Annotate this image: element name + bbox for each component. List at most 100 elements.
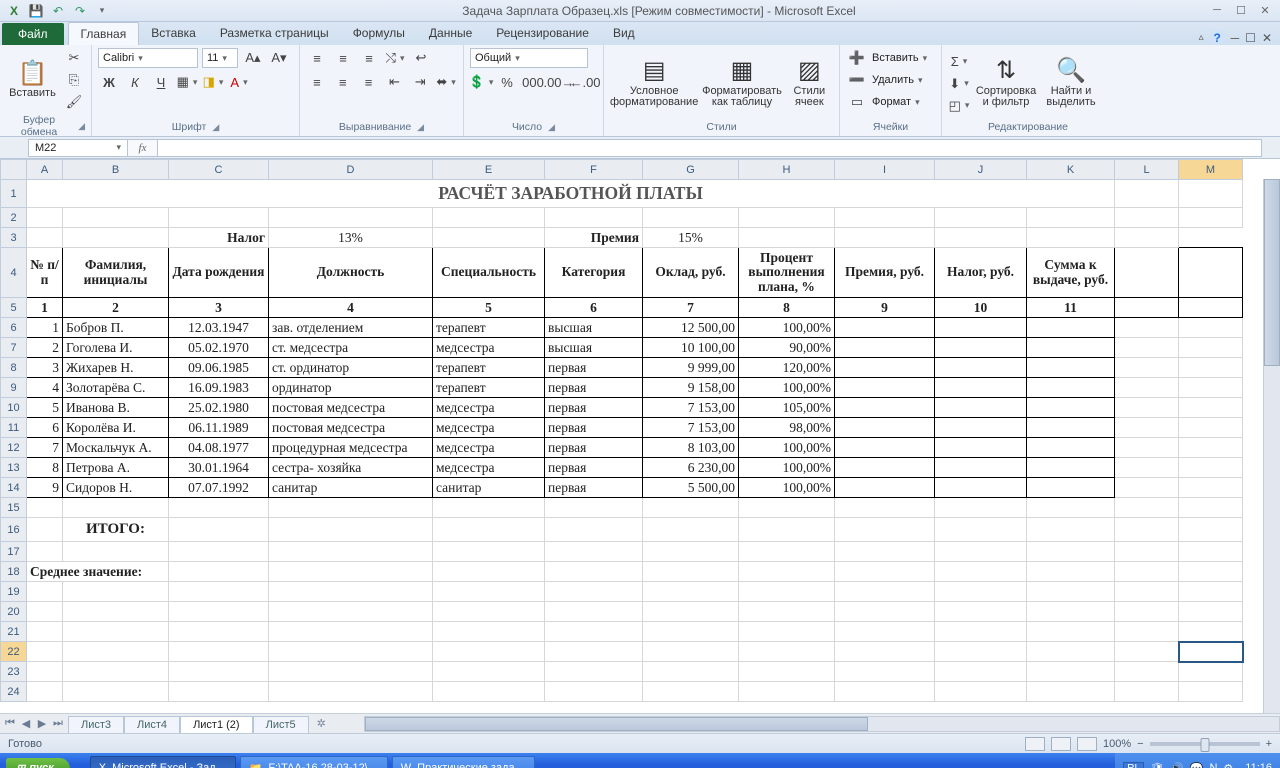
cut-icon[interactable]: ✂ <box>63 48 85 68</box>
column-header[interactable]: B <box>63 160 169 180</box>
start-button[interactable]: ⊞пуск <box>6 758 70 768</box>
indent-dec-icon[interactable]: ⇤ <box>383 72 405 92</box>
find-select-button[interactable]: 🔍Найти и выделить <box>1042 58 1100 108</box>
align-bottom-icon[interactable]: ≡ <box>358 48 380 68</box>
border-icon[interactable]: ▦ <box>176 72 198 92</box>
tray-icon[interactable]: 🔊 <box>1170 762 1184 768</box>
row-header[interactable]: 19 <box>1 582 27 602</box>
column-header[interactable]: D <box>269 160 433 180</box>
column-header[interactable]: H <box>739 160 835 180</box>
column-header[interactable]: C <box>169 160 269 180</box>
align-top-icon[interactable]: ≡ <box>306 48 328 68</box>
ribbon-tab[interactable]: Вставка <box>139 22 208 45</box>
tray-icon[interactable]: ⚙ <box>1223 762 1233 768</box>
ribbon-tab[interactable]: Главная <box>68 22 140 45</box>
comma-icon[interactable]: 000 <box>522 72 544 92</box>
increase-decimal-icon[interactable]: .00→ <box>548 72 570 92</box>
sheet-tab[interactable]: Лист1 (2) <box>180 716 253 733</box>
sheet-tab[interactable]: Лист3 <box>68 716 124 733</box>
column-header[interactable]: F <box>545 160 643 180</box>
number-launcher-icon[interactable]: ◢ <box>548 122 555 133</box>
fill-icon[interactable]: ⬇ <box>948 74 970 94</box>
sheet-tab[interactable]: Лист5 <box>253 716 309 733</box>
fx-icon[interactable]: fx <box>128 139 158 157</box>
paste-button[interactable]: 📋 Вставить <box>6 61 59 100</box>
formula-input[interactable] <box>158 139 1262 157</box>
save-icon[interactable]: 💾 <box>28 3 44 19</box>
row-header[interactable]: 24 <box>1 682 27 702</box>
minimize-icon[interactable]: ─ <box>1208 4 1226 17</box>
active-cell[interactable] <box>1179 642 1243 662</box>
align-middle-icon[interactable]: ≡ <box>332 48 354 68</box>
font-color-icon[interactable]: A <box>228 72 250 92</box>
cells-insert-icon[interactable]: ➕ <box>846 48 868 68</box>
cells-insert-button[interactable]: Вставить <box>872 52 919 64</box>
row-header[interactable]: 3 <box>1 228 27 248</box>
align-right-icon[interactable]: ≡ <box>358 72 380 92</box>
align-left-icon[interactable]: ≡ <box>306 72 328 92</box>
row-header[interactable]: 16 <box>1 518 27 542</box>
horizontal-scrollbar[interactable] <box>364 716 1280 732</box>
font-size-select[interactable]: 11 <box>202 48 238 68</box>
row-header[interactable]: 18 <box>1 562 27 582</box>
font-name-select[interactable]: Calibri <box>98 48 198 68</box>
row-header[interactable]: 13 <box>1 458 27 478</box>
cells-format-icon[interactable]: ▭ <box>846 92 868 112</box>
fill-color-icon[interactable]: ◨ <box>202 72 224 92</box>
zoom-slider[interactable] <box>1150 742 1260 746</box>
cells-delete-icon[interactable]: ➖ <box>846 70 868 90</box>
sheet-tab[interactable]: Лист4 <box>124 716 180 733</box>
orientation-icon[interactable]: ⤭ <box>384 48 406 68</box>
shrink-font-icon[interactable]: A▾ <box>268 48 290 68</box>
alignment-launcher-icon[interactable]: ◢ <box>417 122 424 133</box>
row-header[interactable]: 10 <box>1 398 27 418</box>
help-icon[interactable]: ? <box>1210 30 1225 45</box>
format-table-button[interactable]: ▦Форматировать как таблицу <box>700 58 783 108</box>
view-break-icon[interactable] <box>1077 737 1097 751</box>
column-header[interactable]: I <box>835 160 935 180</box>
redo-icon[interactable]: ↷ <box>72 3 88 19</box>
close-icon[interactable]: ✕ <box>1256 4 1274 17</box>
wrap-text-icon[interactable]: ↩ <box>410 48 432 68</box>
row-header[interactable]: 2 <box>1 208 27 228</box>
restore-icon[interactable]: ☐ <box>1232 4 1250 17</box>
qat-more-icon[interactable]: ▾ <box>94 3 110 19</box>
column-header[interactable]: L <box>1115 160 1179 180</box>
copy-icon[interactable]: ⎘ <box>63 70 85 90</box>
grow-font-icon[interactable]: A▴ <box>242 48 264 68</box>
sort-filter-button[interactable]: ⇅Сортировка и фильтр <box>974 58 1038 108</box>
row-header[interactable]: 7 <box>1 338 27 358</box>
merge-icon[interactable]: ⬌ <box>435 72 457 92</box>
row-header[interactable]: 11 <box>1 418 27 438</box>
zoom-in-icon[interactable]: + <box>1266 738 1272 750</box>
window-restore-icon[interactable]: ☐ <box>1245 31 1256 45</box>
vertical-scrollbar[interactable] <box>1263 179 1280 713</box>
new-sheet-icon[interactable]: ✲ <box>309 717 334 730</box>
clear-icon[interactable]: ◰ <box>948 96 970 116</box>
cell-styles-button[interactable]: ▨Стили ячеек <box>786 58 833 108</box>
currency-icon[interactable]: 💲 <box>470 72 492 92</box>
row-header[interactable]: 1 <box>1 180 27 208</box>
row-header[interactable]: 8 <box>1 358 27 378</box>
taskbar-button[interactable]: XMicrosoft Excel - Зад… <box>90 756 236 768</box>
clock[interactable]: 11:16 <box>1245 762 1272 768</box>
row-header[interactable]: 4 <box>1 248 27 298</box>
column-header[interactable]: A <box>27 160 63 180</box>
tray-icon[interactable]: N <box>1209 762 1217 768</box>
row-header[interactable]: 9 <box>1 378 27 398</box>
column-header[interactable]: G <box>643 160 739 180</box>
spreadsheet-grid[interactable]: ABCDEFGHIJKLM1РАСЧЁТ ЗАРАБОТНОЙ ПЛАТЫ23Н… <box>0 159 1280 713</box>
sheet-nav-first-icon[interactable]: ⏮ <box>2 717 18 730</box>
tray-icon[interactable]: 💬 <box>1190 762 1204 768</box>
indent-inc-icon[interactable]: ⇥ <box>409 72 431 92</box>
underline-icon[interactable]: Ч <box>150 72 172 92</box>
ribbon-tab[interactable]: Разметка страницы <box>208 22 341 45</box>
column-header[interactable]: M <box>1179 160 1243 180</box>
row-header[interactable]: 15 <box>1 498 27 518</box>
ribbon-tab[interactable]: Рецензирование <box>484 22 601 45</box>
file-tab[interactable]: Файл <box>2 23 64 45</box>
sheet-nav-next-icon[interactable]: ▶ <box>34 717 50 730</box>
ribbon-minimize-icon[interactable]: ▵ <box>1199 32 1204 43</box>
clipboard-launcher-icon[interactable]: ◢ <box>78 121 85 132</box>
window-minimize-icon[interactable]: ─ <box>1231 31 1240 45</box>
